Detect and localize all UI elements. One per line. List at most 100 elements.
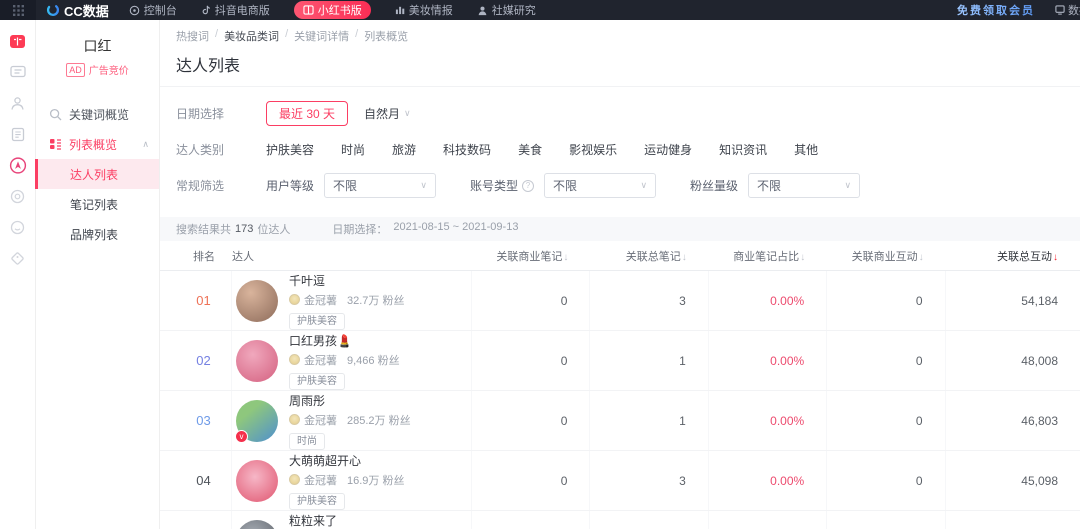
ad-text: 广告竞价: [89, 62, 129, 77]
table-row[interactable]: 03 v 周雨彤 金冠薯 285.2万 粉丝 时尚 0 1 0.00% 0: [160, 391, 1080, 451]
select-value: 不限: [757, 177, 781, 194]
influencer-name[interactable]: 周雨彤: [289, 392, 325, 409]
level-row: 金冠薯 285.2万 粉丝: [289, 412, 411, 428]
sidebar-item-influencer-list[interactable]: 达人列表: [36, 159, 159, 189]
chevron-down-icon: ∨: [404, 108, 411, 119]
nav-item-console[interactable]: 控制台: [129, 2, 177, 18]
xiaohongshu-module-icon[interactable]: [9, 32, 27, 50]
category-option[interactable]: 其他: [794, 141, 818, 158]
influencer-name[interactable]: 粒粒来了: [289, 512, 337, 529]
account-type-select[interactable]: 不限 ∨: [544, 173, 656, 198]
influencer-name[interactable]: 大萌萌超开心: [289, 452, 361, 469]
tag-module-icon[interactable]: [9, 249, 27, 267]
biz-ratio-value: 0.00%: [709, 391, 827, 450]
app-grid-icon[interactable]: [0, 0, 36, 20]
influencer-name[interactable]: 千叶逗: [289, 272, 325, 289]
gold-crown-level-icon: [289, 354, 300, 365]
table-header: 排名 达人 关联商业笔记↓ 关联总笔记↓ 商业笔记占比↓ 关联商业互动↓ 关联总…: [160, 241, 1080, 271]
sort-down-active-icon: ↓: [1053, 252, 1058, 263]
rank-number: 02: [176, 331, 232, 390]
last-30-days-chip[interactable]: 最近 30 天: [266, 101, 348, 126]
avatar[interactable]: [236, 280, 278, 322]
category-option[interactable]: 科技数码: [443, 141, 491, 158]
biz-engage-value: 0: [827, 451, 945, 510]
column-total-engage-active-sort[interactable]: 关联总互动↓: [946, 248, 1064, 264]
select-label: 用户等级: [266, 177, 314, 194]
category-option[interactable]: 知识资讯: [719, 141, 767, 158]
user-level-filter: 用户等级 不限 ∨: [266, 173, 436, 198]
category-option[interactable]: 时尚: [341, 141, 365, 158]
help-icon[interactable]: ?: [522, 180, 534, 192]
category-option[interactable]: 旅游: [392, 141, 416, 158]
column-biz-ratio[interactable]: 商业笔记占比↓: [709, 248, 827, 264]
results-summary-bar: 搜索结果共 173 位达人 日期选择： 2021-08-15 ~ 2021-09…: [160, 217, 1080, 241]
select-value: 不限: [553, 177, 577, 194]
report-module-icon[interactable]: [9, 125, 27, 143]
biz-engage-value: 0: [827, 271, 945, 330]
nav-item-douyin[interactable]: 抖音电商版: [201, 2, 270, 18]
total-engage-value: 54,184: [946, 271, 1064, 330]
category-option[interactable]: 运动健身: [644, 141, 692, 158]
data-screen-link[interactable]: 数据: [1055, 2, 1080, 18]
douyin-icon: [201, 5, 211, 16]
select-label: 粉丝量级: [690, 177, 738, 194]
rank-number: 05: [176, 511, 232, 529]
nav-item-xiaohongshu-active[interactable]: 小红书版: [294, 1, 371, 19]
user-module-icon[interactable]: [9, 94, 27, 112]
account-type-filter: 账号类型 ? 不限 ∨: [470, 173, 656, 198]
category-option[interactable]: 影视娱乐: [569, 141, 617, 158]
filter-label: 日期选择: [176, 105, 238, 122]
chevron-up-icon[interactable]: ∧: [142, 139, 149, 150]
notes-module-icon[interactable]: [9, 63, 27, 81]
total-engage-value: 46,803: [946, 391, 1064, 450]
natural-month-select[interactable]: 自然月 ∨: [364, 105, 411, 122]
level-row: 金冠薯 16.9万 粉丝: [289, 472, 404, 488]
table-row[interactable]: 05 粒粒来了 奶瓶薯 8,219 粉丝 其他 0 1 0.00% 0 44,1…: [160, 511, 1080, 529]
total-engage-value: 44,174: [946, 511, 1064, 529]
biz-engage-value: 0: [827, 511, 945, 529]
category-option[interactable]: 护肤美容: [266, 141, 314, 158]
sidebar-item-list-overview[interactable]: 列表概览 ∧: [36, 129, 159, 159]
follower-count: 9,466 粉丝: [347, 352, 400, 368]
total-notes-value: 1: [590, 391, 708, 450]
page-header: 热搜词 / 美妆品类词 / 关键词详情 / 列表概览 达人列表: [160, 20, 1080, 87]
sidebar-item-note-list[interactable]: 笔记列表: [36, 189, 159, 219]
column-biz-engage[interactable]: 关联商业互动↓: [827, 248, 945, 264]
column-biz-notes[interactable]: 关联商业笔记↓: [472, 248, 590, 264]
nav-item-beauty-intel[interactable]: 美妆情报: [395, 2, 453, 18]
sidebar: 口红 AD 广告竞价 关键词概览 列表概览 ∧ 达人列表 笔记列表 品: [36, 20, 160, 529]
column-total-notes[interactable]: 关联总笔记↓: [590, 248, 708, 264]
biz-notes-value: 0: [472, 511, 590, 529]
user-level-select[interactable]: 不限 ∨: [324, 173, 436, 198]
breadcrumb-item[interactable]: 关键词详情: [294, 28, 349, 44]
avatar[interactable]: [236, 340, 278, 382]
follower-scale-select[interactable]: 不限 ∨: [748, 173, 860, 198]
avatar[interactable]: [236, 520, 278, 529]
sidebar-item-brand-list[interactable]: 品牌列表: [36, 219, 159, 249]
breadcrumb-item[interactable]: 热搜词: [176, 28, 209, 44]
table-row[interactable]: 04 大萌萌超开心 金冠薯 16.9万 粉丝 护肤美容 0 3 0.00% 0 …: [160, 451, 1080, 511]
sidebar-item-label: 列表概览: [69, 136, 117, 153]
nav-item-social-research[interactable]: 社媒研究: [477, 2, 536, 18]
table-row[interactable]: 02 口红男孩💄 金冠薯 9,466 粉丝 护肤美容 0 1 0.00% 0 4…: [160, 331, 1080, 391]
avatar[interactable]: v: [236, 400, 278, 442]
cc-data-logo[interactable]: CC数据: [46, 1, 109, 20]
influencer-name[interactable]: 口红男孩💄: [289, 332, 352, 349]
camera-module-icon[interactable]: [9, 218, 27, 236]
level-label: 金冠薯: [304, 352, 337, 368]
corner-label: 数据: [1068, 2, 1080, 18]
sort-down-icon: ↓: [919, 252, 924, 263]
sidebar-item-keyword-overview[interactable]: 关键词概览: [36, 99, 159, 129]
ad-bidding-link[interactable]: AD 广告竞价: [36, 62, 159, 77]
social-research-icon: [477, 5, 488, 16]
nav-label: 抖音电商版: [215, 2, 270, 18]
avatar[interactable]: [236, 460, 278, 502]
biz-engage-value: 0: [827, 391, 945, 450]
record-module-icon[interactable]: [9, 187, 27, 205]
rank-number: 03: [176, 391, 232, 450]
table-row[interactable]: 01 千叶逗 金冠薯 32.7万 粉丝 护肤美容 0 3 0.00% 0 54,…: [160, 271, 1080, 331]
category-option[interactable]: 美食: [518, 141, 542, 158]
free-membership-link[interactable]: 免费领取会员: [957, 2, 1035, 18]
breadcrumb-item[interactable]: 美妆品类词: [224, 28, 279, 44]
influencer-search-module-icon[interactable]: [9, 156, 27, 174]
